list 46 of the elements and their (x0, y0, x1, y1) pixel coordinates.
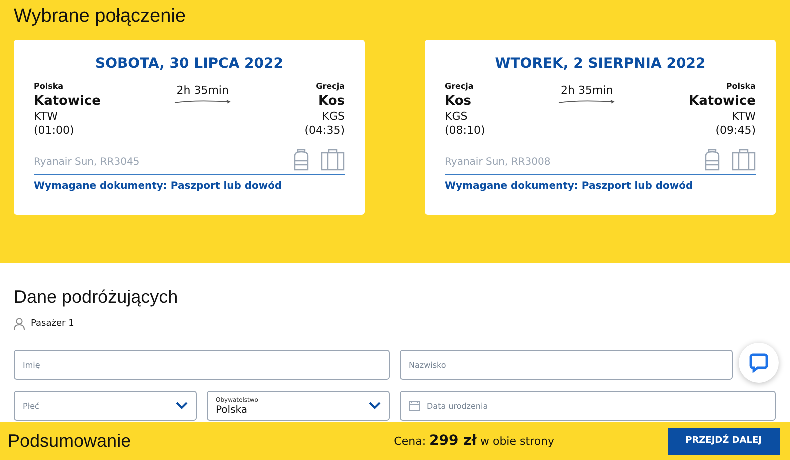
section-title: Dane podróżujących (14, 287, 180, 308)
suitcase-icon (732, 148, 756, 171)
backpack-icon (292, 148, 311, 172)
flight-arrow-icon (174, 99, 232, 105)
section-title: Wybrane połączenie (14, 6, 187, 28)
summary-title: Podsumowanie (8, 430, 132, 452)
country-label: Polska (726, 81, 756, 93)
airport-code: KGS (322, 110, 345, 124)
carrier-text: Ryanair Sun, RR3045 (34, 157, 140, 170)
flight-date: WTOREK, 2 SIERPNIA 2022 (494, 56, 707, 72)
date-field[interactable]: Data urodzenia (400, 391, 776, 421)
price-text: Cena: 299 zł w obie strony (394, 433, 555, 449)
documents-text: Wymagane dokumenty: Paszport lub dowód (34, 181, 284, 192)
chevron-down-icon (176, 402, 188, 410)
city-name: Katowice (34, 94, 101, 110)
city-name: Kos (318, 94, 345, 110)
suitcase-icon (321, 148, 345, 171)
country-label: Grecja (445, 81, 474, 93)
next-button[interactable]: PRZEJDŹ DALEJ (668, 428, 780, 454)
select-field[interactable]: Płeć (14, 391, 197, 421)
city-name: Kos (445, 94, 472, 110)
city-name: Katowice (689, 94, 756, 110)
flight-duration: 2h 35min (561, 84, 614, 97)
input-field[interactable]: Nazwisko (400, 350, 733, 380)
chat-icon (749, 353, 769, 373)
backpack-icon (703, 148, 722, 172)
input-field[interactable]: Imię (14, 350, 390, 380)
passenger-label: Pasażer 1 (31, 319, 74, 329)
flight-time: (04:35) (304, 124, 345, 138)
calendar-icon (409, 400, 421, 412)
flight-time: (08:10) (445, 124, 486, 138)
documents-text: Wymagane dokumenty: Paszport lub dowód (445, 181, 694, 192)
carrier-text: Ryanair Sun, RR3008 (445, 157, 551, 170)
flight-time: (09:45) (716, 124, 756, 138)
flight-arrow-icon (558, 99, 616, 105)
airport-code: KTW (732, 110, 756, 124)
flight-duration: 2h 35min (176, 84, 229, 97)
flight-time: (01:00) (34, 124, 74, 138)
flight-date: SOBOTA, 30 LIPCA 2022 (94, 56, 284, 72)
floating-chat-button[interactable] (739, 343, 779, 383)
chevron-down-icon (369, 402, 381, 410)
country-label: Grecja (316, 81, 345, 93)
airport-code: KGS (445, 110, 468, 124)
person-icon (14, 318, 25, 330)
country-label: Polska (34, 81, 64, 93)
airport-code: KTW (34, 110, 58, 124)
